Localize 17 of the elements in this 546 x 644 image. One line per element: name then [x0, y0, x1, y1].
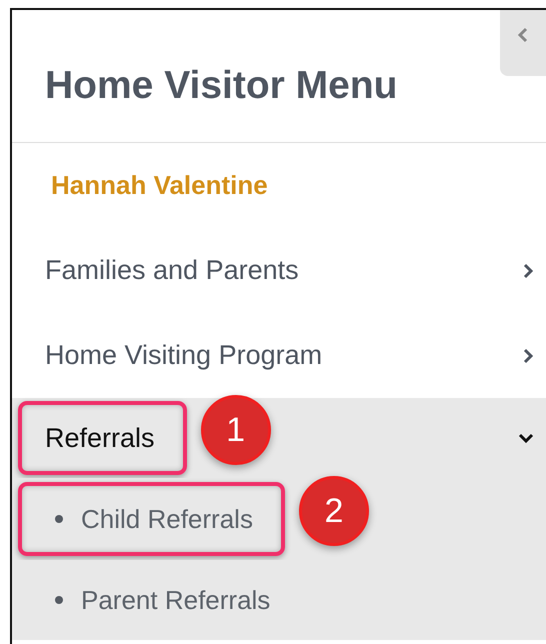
chevron-left-icon [517, 26, 529, 44]
submenu-label: Child Referrals [81, 504, 253, 534]
collapse-button[interactable] [500, 10, 546, 76]
bullet-icon [55, 596, 63, 604]
menu-item[interactable]: Referrals [18, 401, 187, 475]
user-name: Hannah Valentine [50, 170, 268, 201]
menu-title: Home Visitor Menu [45, 66, 398, 105]
chevron-down-icon [518, 432, 534, 444]
submenu-label: Parent Referrals [81, 584, 270, 616]
submenu-item[interactable]: Child Referrals [18, 482, 285, 556]
bullet-icon [55, 515, 63, 523]
menu-item[interactable]: Families and Parents [18, 234, 331, 308]
chevron-right-icon [522, 346, 534, 364]
callout-number: 1 [200, 395, 271, 465]
menu-item[interactable]: Home Visiting Program [18, 318, 354, 392]
callout-number: 2 [298, 476, 369, 546]
chevron-right-icon [522, 262, 534, 280]
